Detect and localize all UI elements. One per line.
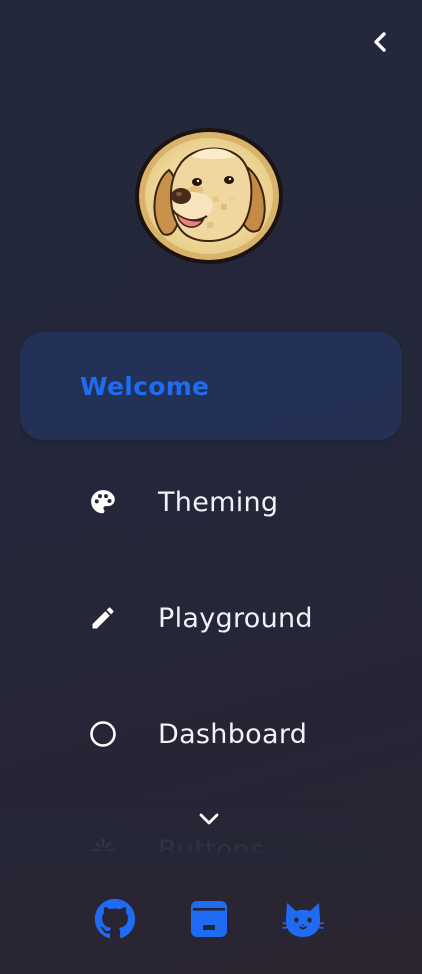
sidebar-item-welcome[interactable]: Welcome xyxy=(20,332,402,440)
sidebar-footer xyxy=(0,896,422,942)
sidebar-item-label: Buttons xyxy=(158,834,265,853)
github-icon xyxy=(94,898,136,939)
github-link[interactable] xyxy=(92,896,138,942)
cat-link[interactable] xyxy=(280,896,326,942)
palette-icon xyxy=(86,485,120,519)
sidebar-item-playground[interactable]: Playground xyxy=(20,564,402,672)
sidebar-item-label: Playground xyxy=(158,602,313,634)
scroll-down-button[interactable] xyxy=(192,802,226,836)
chevron-left-icon xyxy=(374,32,386,52)
sidebar-nav: Welcome Theming Playground Dashboard But… xyxy=(20,332,402,852)
chevron-down-icon xyxy=(199,813,219,825)
circle-icon xyxy=(86,717,120,751)
sidebar-item-label: Theming xyxy=(158,486,279,518)
sidebar-item-label: Dashboard xyxy=(158,718,308,750)
storybook-link[interactable] xyxy=(186,896,232,942)
sparkle-icon xyxy=(86,833,120,852)
sidebar: Welcome Theming Playground Dashboard But… xyxy=(0,0,422,974)
sidebar-item-theming[interactable]: Theming xyxy=(20,448,402,556)
sidebar-item-dashboard[interactable]: Dashboard xyxy=(20,680,402,788)
storybook-icon xyxy=(191,901,227,937)
sidebar-item-label: Welcome xyxy=(80,371,210,401)
avatar xyxy=(133,126,285,266)
pencil-icon xyxy=(86,601,120,635)
collapse-sidebar-button[interactable] xyxy=(362,24,398,60)
cat-icon xyxy=(282,903,324,937)
